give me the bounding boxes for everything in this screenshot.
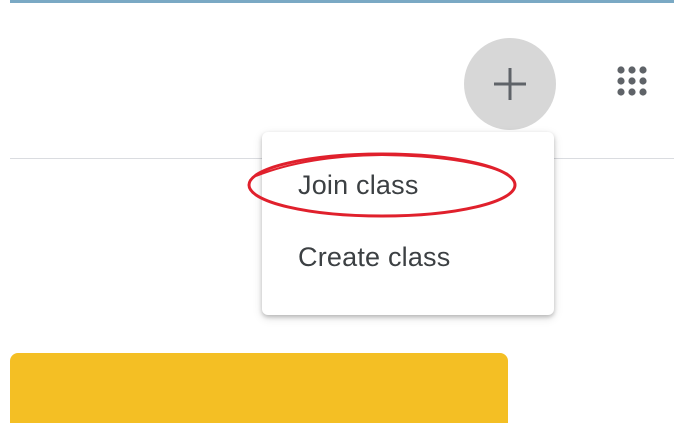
add-button[interactable] [464,38,556,130]
apps-button[interactable] [596,45,668,117]
create-class-label: Create class [298,241,451,272]
create-class-menu-item[interactable]: Create class [262,222,554,292]
top-border [10,0,674,3]
join-class-menu-item[interactable]: Join class [262,150,554,220]
class-card[interactable] [10,353,508,423]
plus-icon [494,68,526,100]
add-menu: Join class Create class [262,132,554,315]
join-class-label: Join class [298,169,419,200]
apps-grid-icon [617,66,647,96]
